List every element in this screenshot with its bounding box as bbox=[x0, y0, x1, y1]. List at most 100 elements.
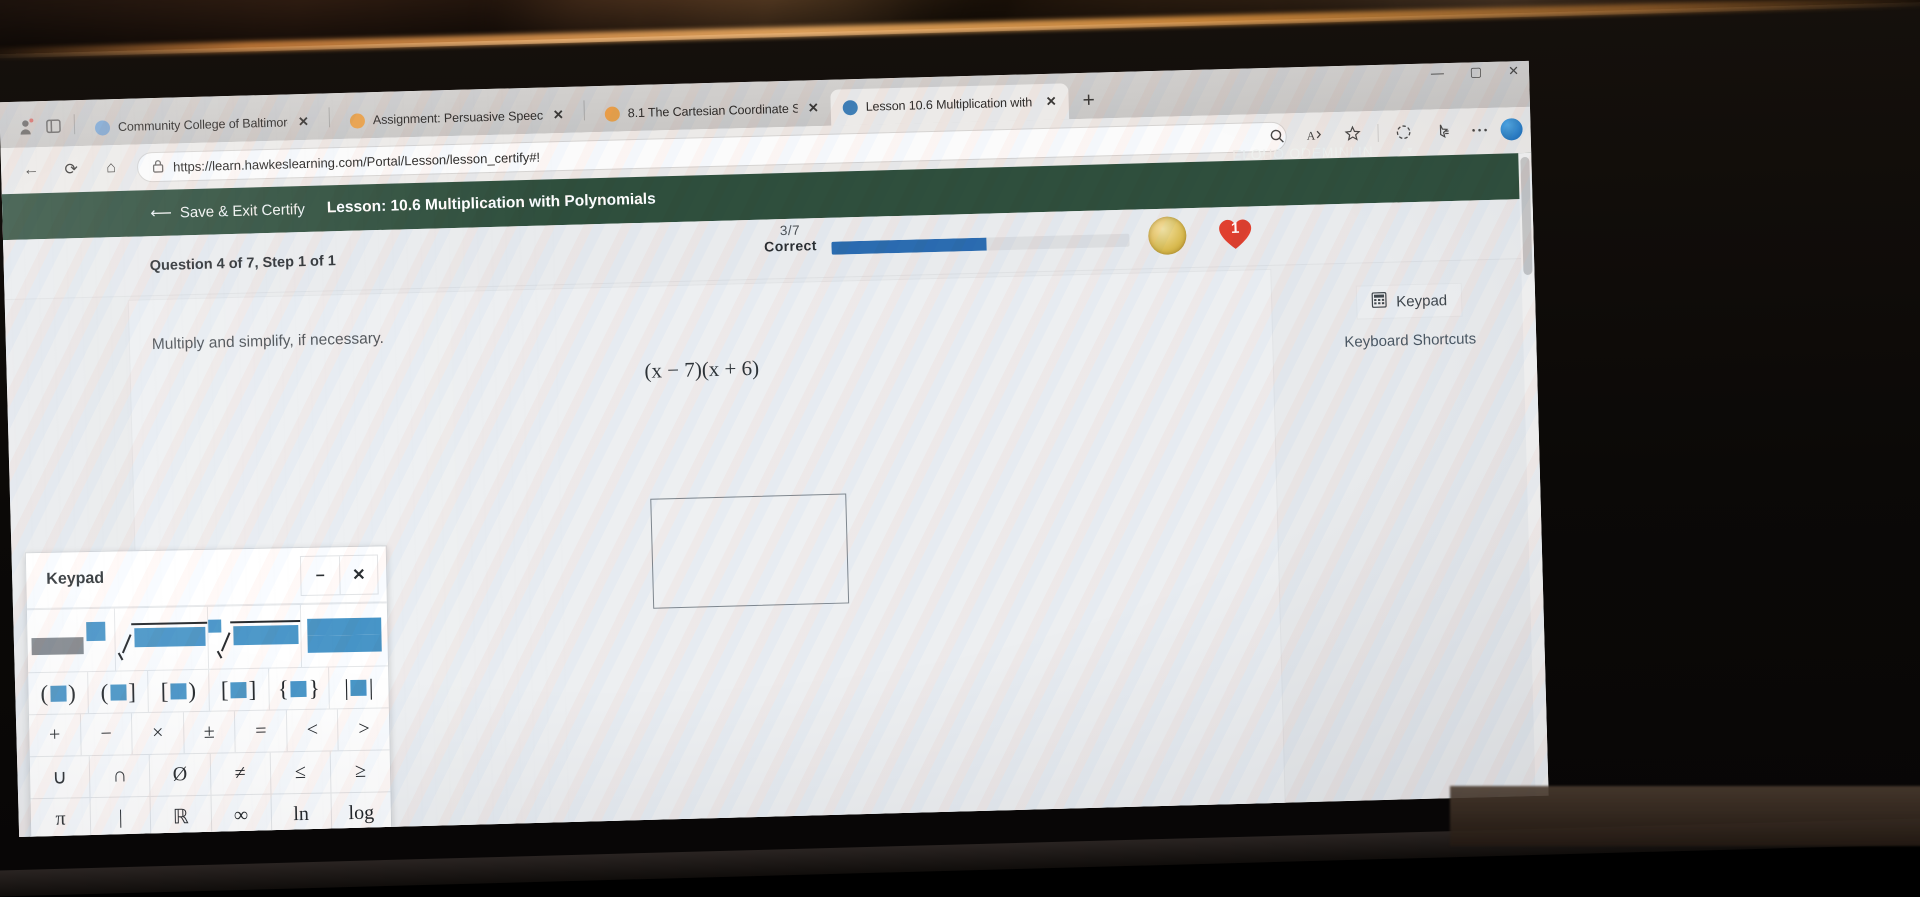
profile-pill-icon[interactable] bbox=[1500, 118, 1523, 141]
keypad-key-minus[interactable]: − bbox=[80, 713, 132, 755]
home-icon[interactable]: ⌂ bbox=[91, 151, 132, 186]
laptop-screen: Community College of Baltimore ✕ Assignm… bbox=[0, 61, 1549, 837]
exponent-template-icon bbox=[31, 622, 110, 659]
keypad-key-natural-log[interactable]: ln bbox=[270, 793, 331, 835]
bracket-glyph: () bbox=[40, 681, 76, 705]
back-arrow-icon: ⟵ bbox=[150, 204, 170, 223]
exponent-superscript bbox=[86, 622, 105, 641]
keypad-key-less-equal[interactable]: ≤ bbox=[269, 751, 330, 793]
fraction-numerator bbox=[307, 617, 381, 635]
keypad-key-equals[interactable]: = bbox=[234, 710, 286, 752]
tab-title: Community College of Baltimore bbox=[118, 115, 288, 134]
radical-vinculum bbox=[230, 620, 300, 623]
keypad-key-bracket-paren[interactable]: [) bbox=[147, 670, 208, 712]
progress-bar-fill bbox=[831, 238, 986, 255]
tab-favicon bbox=[350, 113, 365, 128]
window-controls: — ▢ ✕ bbox=[1431, 63, 1520, 81]
keypad-row-relations: ∪ ∩ Ø ≠ ≤ ≥ bbox=[30, 749, 391, 798]
keypad-minimize-button[interactable]: – bbox=[301, 556, 340, 595]
keypad-key-paren-bracket[interactable]: (] bbox=[87, 671, 148, 713]
keypad-key-braces[interactable]: {} bbox=[268, 667, 329, 709]
scrollbar-thumb[interactable] bbox=[1520, 157, 1532, 275]
keypad-key-pipe[interactable]: | bbox=[90, 797, 151, 837]
keypad-toggle-button[interactable]: Keypad bbox=[1356, 283, 1463, 320]
maximize-icon[interactable]: ▢ bbox=[1470, 64, 1483, 80]
keyboard-shortcuts-link[interactable]: Keyboard Shortcuts bbox=[1320, 330, 1500, 352]
score-block: 3/7 Correct bbox=[758, 222, 823, 255]
answer-input-box[interactable] bbox=[650, 493, 849, 608]
chevron-down-icon: ▾ bbox=[1407, 145, 1413, 156]
keypad-panel-header: Keypad – ✕ bbox=[26, 546, 387, 609]
tab-strip-divider bbox=[583, 100, 585, 120]
close-window-icon[interactable]: ✕ bbox=[1508, 63, 1519, 79]
keypad-key-greater-equal[interactable]: ≥ bbox=[330, 750, 391, 792]
collections-icon[interactable] bbox=[1424, 115, 1459, 148]
radical-sign bbox=[115, 633, 132, 653]
new-tab-button[interactable]: + bbox=[1068, 88, 1109, 119]
save-and-exit-certify-button[interactable]: ⟵ Save & Exit Certify bbox=[150, 200, 305, 222]
toolbar-divider bbox=[1377, 124, 1378, 142]
keypad-key-bracket-bracket[interactable]: [] bbox=[208, 669, 269, 711]
tab-strip-divider bbox=[74, 114, 76, 134]
tab-close-icon[interactable]: ✕ bbox=[1044, 94, 1059, 110]
radical-sign bbox=[214, 631, 231, 651]
keypad-key-real-numbers[interactable]: ℝ bbox=[150, 796, 211, 837]
keypad-panel: Keypad – ✕ bbox=[25, 545, 393, 837]
keypad-key-pi[interactable]: π bbox=[31, 798, 91, 837]
back-icon[interactable]: ← bbox=[11, 153, 52, 188]
tab-close-icon[interactable]: ✕ bbox=[551, 107, 566, 123]
tab-close-icon[interactable]: ✕ bbox=[296, 114, 311, 130]
profile-avatar-icon[interactable] bbox=[14, 111, 41, 142]
bracket-glyph: || bbox=[344, 676, 374, 700]
keypad-button-label: Keypad bbox=[1396, 292, 1447, 310]
tab-actions-icon[interactable] bbox=[40, 110, 67, 141]
keypad-key-greater-than[interactable]: > bbox=[337, 708, 389, 750]
question-progress-label: Question 4 of 7, Step 1 of 1 bbox=[150, 253, 336, 274]
keypad-key-empty-set[interactable]: Ø bbox=[149, 754, 210, 796]
more-options-icon[interactable] bbox=[1462, 114, 1497, 147]
keypad-close-button[interactable]: ✕ bbox=[339, 556, 378, 595]
reload-icon[interactable]: ⟳ bbox=[51, 152, 92, 187]
keypad-key-nth-root[interactable] bbox=[206, 605, 300, 669]
coin-badge-icon bbox=[1148, 216, 1187, 255]
keypad-key-fraction[interactable] bbox=[299, 603, 388, 667]
tab-title: Lesson 10.6 Multiplication with P bbox=[866, 95, 1036, 114]
bracket-glyph: {} bbox=[277, 677, 320, 701]
user-name-label: ELOHO ODEMINLIN bbox=[1232, 143, 1374, 163]
keypad-key-plus-minus[interactable]: ± bbox=[183, 711, 235, 753]
minimize-icon[interactable]: — bbox=[1431, 65, 1444, 81]
bracket-glyph: [] bbox=[221, 678, 257, 702]
tab-close-icon[interactable]: ✕ bbox=[806, 100, 821, 116]
keypad-key-times[interactable]: × bbox=[131, 712, 183, 754]
radical-vinculum bbox=[131, 622, 207, 625]
keypad-key-less-than[interactable]: < bbox=[286, 709, 338, 751]
laptop-palmrest bbox=[1450, 786, 1920, 846]
nth-root-template-icon bbox=[208, 616, 301, 658]
tab-title: Assignment: Persuasive Speech T bbox=[373, 109, 543, 128]
keypad-row-operators: + − × ± = < > bbox=[29, 707, 390, 756]
keypad-key-not-equal[interactable]: ≠ bbox=[209, 753, 270, 795]
keypad-key-square-root[interactable] bbox=[113, 607, 207, 671]
app-header-left: ⟵ Save & Exit Certify Lesson: 10.6 Multi… bbox=[2, 191, 656, 227]
keypad-key-infinity[interactable]: ∞ bbox=[210, 795, 271, 837]
keypad-key-log[interactable]: log bbox=[330, 792, 391, 834]
keypad-side-controls: Keypad Keyboard Shortcuts bbox=[1319, 282, 1501, 352]
fraction-template-icon bbox=[307, 617, 382, 652]
keypad-window-controls: – ✕ bbox=[300, 555, 379, 596]
score-fraction: 3/7 bbox=[758, 222, 822, 239]
keypad-row-brackets: () (] [) [] {} || bbox=[28, 665, 389, 714]
keypad-key-union[interactable]: ∪ bbox=[30, 756, 90, 798]
progress-bar bbox=[831, 234, 1129, 255]
keypad-key-exponent[interactable] bbox=[27, 609, 115, 673]
bracket-glyph: (] bbox=[100, 680, 136, 704]
score-caption: Correct bbox=[758, 237, 822, 255]
tab-favicon bbox=[605, 106, 620, 121]
site-info-lock-icon[interactable] bbox=[152, 158, 164, 175]
keypad-key-plus[interactable]: + bbox=[29, 714, 80, 756]
keypad-key-absolute-value[interactable]: || bbox=[328, 666, 389, 708]
keypad-key-intersection[interactable]: ∩ bbox=[89, 755, 150, 797]
keypad-row-symbols: π | ℝ ∞ ln log bbox=[31, 791, 392, 837]
lesson-title: Lesson: 10.6 Multiplication with Polynom… bbox=[327, 191, 656, 218]
keypad-key-paren-paren[interactable]: () bbox=[28, 672, 88, 714]
hawkes-learning-app: ⟵ Save & Exit Certify Lesson: 10.6 Multi… bbox=[2, 153, 1549, 837]
